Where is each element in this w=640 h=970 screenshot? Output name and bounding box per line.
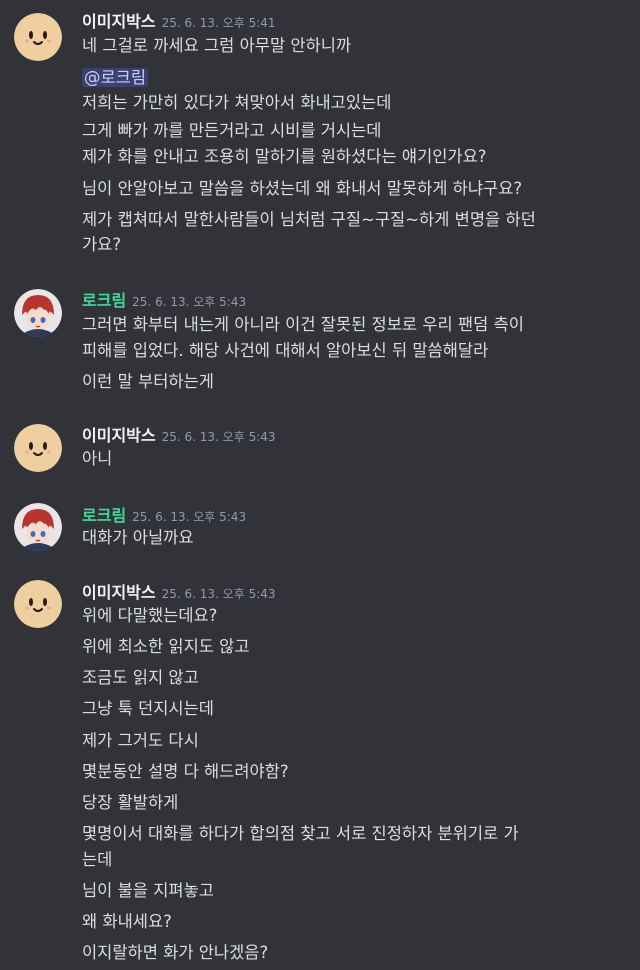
smiley-face-icon <box>14 580 62 628</box>
message-line: 당장 활발하게 <box>82 793 179 812</box>
message-line: 그게 빠가 까를 만든거라고 시비를 거시는데 <box>82 121 382 140</box>
message-header: 이미지박스 25. 6. 13. 오후 5:43 <box>82 422 276 446</box>
message-line: 위에 다말했는데요? <box>82 606 218 625</box>
message-line: 님이 불을 지펴놓고 <box>82 881 214 900</box>
message-line: 피해를 입었다. 해당 사건에 대해서 알아보신 뒤 말씀해달라 <box>82 341 489 360</box>
message-line: 대화가 아닐까요 <box>82 528 194 547</box>
avatar[interactable] <box>14 289 62 337</box>
anime-character-avatar-icon <box>14 503 62 551</box>
message-line: 이런 말 부터하는게 <box>82 372 214 391</box>
smiley-face-icon <box>14 424 62 472</box>
user-mention[interactable]: @로크림 <box>82 68 149 87</box>
avatar[interactable] <box>14 424 62 472</box>
message-header: 이미지박스 25. 6. 13. 오후 5:43 <box>82 579 276 603</box>
avatar[interactable] <box>14 13 62 61</box>
message-line: 제가 그거도 다시 <box>82 731 199 750</box>
message-line: 제가 캡쳐따서 말한사람들이 님처럼 구질~구질~하게 변명을 하던 <box>82 210 536 229</box>
timestamp[interactable]: 25. 6. 13. 오후 5:43 <box>132 510 246 524</box>
message-line: 저희는 가만히 있다가 쳐맞아서 화내고있는데 <box>82 93 392 112</box>
message-line: 그러면 화부터 내는게 아니라 이건 잘못된 정보로 우리 팬덤 측이 <box>82 315 524 334</box>
message-header: 로크림 25. 6. 13. 오후 5:43 <box>82 287 246 311</box>
message-line: 왜 화내세요? <box>82 912 172 931</box>
timestamp[interactable]: 25. 6. 13. 오후 5:43 <box>162 587 276 601</box>
username[interactable]: 이미지박스 <box>82 426 156 445</box>
avatar[interactable] <box>14 580 62 628</box>
username[interactable]: 로크림 <box>82 291 126 310</box>
message-line: 몇명이서 대화를 하다가 합의점 찾고 서로 진정하자 분위기로 가 <box>82 824 519 843</box>
avatar[interactable] <box>14 503 62 551</box>
message-line: @로크림 <box>82 66 632 90</box>
smiley-face-icon <box>14 13 62 61</box>
timestamp[interactable]: 25. 6. 13. 오후 5:43 <box>132 295 246 309</box>
message-line: 그냥 툭 던지시는데 <box>82 699 214 718</box>
message-line: 는데 <box>82 850 113 869</box>
message-line: 조금도 읽지 않고 <box>82 668 199 687</box>
message-line: 네 그걸로 까세요 그럼 아무말 안하니까 <box>82 36 352 55</box>
timestamp[interactable]: 25. 6. 13. 오후 5:43 <box>162 430 276 444</box>
message-header: 로크림 25. 6. 13. 오후 5:43 <box>82 502 246 526</box>
anime-character-avatar-icon <box>14 289 62 337</box>
message-line: 가요? <box>82 235 122 254</box>
username[interactable]: 로크림 <box>82 506 126 525</box>
message-line: 제가 화를 안내고 조용히 말하기를 원하셨다는 얘기인가요? <box>82 147 487 166</box>
message-line: 님이 안알아보고 말씀을 하셨는데 왜 화내서 말못하게 하냐구요? <box>82 179 523 198</box>
message-line: 이지랄하면 화가 안나겠음? <box>82 943 269 962</box>
username[interactable]: 이미지박스 <box>82 583 156 602</box>
message-line: 몇분동안 설명 다 해드려야함? <box>82 762 289 781</box>
message-header: 이미지박스 25. 6. 13. 오후 5:41 <box>82 8 276 32</box>
timestamp[interactable]: 25. 6. 13. 오후 5:41 <box>162 16 276 30</box>
username[interactable]: 이미지박스 <box>82 12 156 31</box>
message-line: 위에 최소한 읽지도 않고 <box>82 637 250 656</box>
message-line: 아니 <box>82 449 113 468</box>
